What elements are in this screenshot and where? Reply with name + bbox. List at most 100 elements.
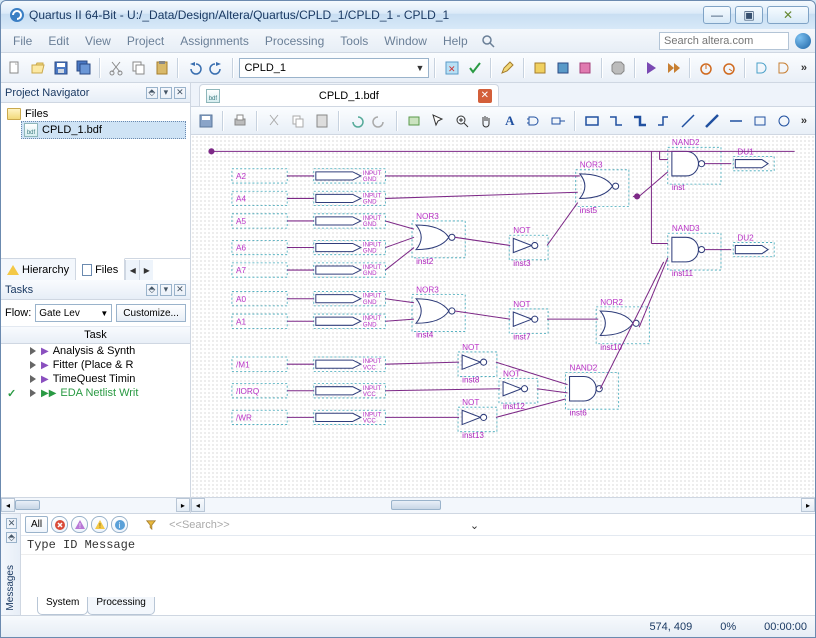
print-button[interactable] (229, 110, 251, 132)
task-row[interactable]: ▶Fitter (Place & R (1, 358, 190, 372)
close-button[interactable]: ✕ (767, 6, 809, 24)
toolbar-xy-button[interactable]: ✕ (441, 57, 462, 79)
task-row[interactable]: ▶TimeQuest Timin (1, 372, 190, 386)
tasks-autohide-icon[interactable]: ▾ (160, 284, 172, 296)
zoom-button[interactable] (451, 110, 473, 132)
globe-icon[interactable] (795, 33, 811, 49)
cut-button[interactable] (106, 57, 127, 79)
funnel-icon[interactable] (146, 520, 156, 530)
pin-icon[interactable]: ⬘ (146, 87, 158, 99)
task-row[interactable]: ▶Analysis & Synth (1, 344, 190, 358)
editor-toolbar-overflow[interactable]: » (797, 115, 811, 127)
editor-hscrollbar[interactable]: ◂▸ (191, 497, 815, 513)
tab-scroll-left[interactable]: ◂ (125, 260, 139, 280)
menu-edit[interactable]: Edit (40, 32, 77, 50)
project-combo[interactable]: CPLD_1▼ (239, 58, 429, 78)
copy-button[interactable] (287, 110, 309, 132)
customize-button[interactable]: Customize... (116, 304, 186, 322)
conduit-button[interactable] (653, 110, 675, 132)
block-button[interactable] (403, 110, 425, 132)
project-navigator-tree[interactable]: Files bdf CPLD_1.bdf (1, 103, 190, 258)
fast-button[interactable] (663, 57, 684, 79)
filter-all-button[interactable]: All (25, 516, 48, 533)
tree-root[interactable]: Files (5, 107, 186, 121)
toolbar-blue-chip-button[interactable] (552, 57, 573, 79)
task-list[interactable]: ▶Analysis & Synth ▶Fitter (Place & R ▶Ti… (1, 344, 190, 497)
tab-close-icon[interactable]: ✕ (478, 89, 492, 103)
diag-line-button[interactable] (677, 110, 699, 132)
tab-processing[interactable]: Processing (87, 597, 154, 615)
menu-tools[interactable]: Tools (332, 32, 376, 50)
tab-scroll-right[interactable]: ▸ (139, 260, 153, 280)
task-row[interactable]: ✓▶▶EDA Netlist Writ (1, 386, 190, 400)
gate1-button[interactable] (751, 57, 772, 79)
circle-button[interactable] (773, 110, 795, 132)
copy-button[interactable] (129, 57, 150, 79)
schematic-canvas[interactable]: A2INPUTGNDA4INPUTGNDA5INPUTGNDA6INPUTGND… (191, 135, 815, 497)
flow-combo[interactable]: Gate Lev▼ (35, 304, 112, 322)
orth-line-button[interactable] (605, 110, 627, 132)
messages-pin-icon[interactable]: ⬘ (6, 532, 17, 543)
line-button[interactable] (725, 110, 747, 132)
filter-error-button[interactable] (51, 516, 68, 533)
tree-file-row[interactable]: bdf CPLD_1.bdf (21, 121, 186, 139)
toolbar-yellow-chip-button[interactable] (530, 57, 551, 79)
menu-window[interactable]: Window (376, 32, 435, 50)
open-button[interactable] (28, 57, 49, 79)
rect-button[interactable] (581, 110, 603, 132)
rect-outline-button[interactable] (749, 110, 771, 132)
paste-button[interactable] (311, 110, 333, 132)
toolbar-overflow-button[interactable]: » (797, 62, 811, 74)
messages-search[interactable]: <<Search>>⌄ (165, 518, 485, 532)
autohide-icon[interactable]: ▾ (160, 87, 172, 99)
toolbar-pencil-button[interactable] (497, 57, 518, 79)
menu-help[interactable]: Help (435, 32, 476, 50)
paste-button[interactable] (151, 57, 172, 79)
editor-tab[interactable]: bdf CPLD_1.bdf ✕ (199, 84, 499, 106)
menu-view[interactable]: View (77, 32, 119, 50)
messages-close-icon[interactable]: ✕ (6, 518, 17, 529)
filter-critical-button[interactable]: ! (71, 516, 88, 533)
new-file-button[interactable] (5, 57, 26, 79)
search-icon[interactable] (480, 33, 496, 49)
timer1-button[interactable] (696, 57, 717, 79)
filter-warning-button[interactable]: ! (91, 516, 108, 533)
tasks-hscrollbar[interactable]: ◂▸ (1, 497, 190, 513)
messages-body[interactable] (21, 555, 815, 597)
timer2-button[interactable] (719, 57, 740, 79)
save-button[interactable] (195, 110, 217, 132)
tasks-close-icon[interactable]: ✕ (174, 284, 186, 296)
diag-bus-button[interactable] (701, 110, 723, 132)
redo-button[interactable] (369, 110, 391, 132)
menu-project[interactable]: Project (119, 32, 172, 50)
toolbar-check-button[interactable] (464, 57, 485, 79)
toolbar-pink-chip-button[interactable] (575, 57, 596, 79)
menu-assignments[interactable]: Assignments (172, 32, 257, 50)
menu-file[interactable]: File (5, 32, 40, 50)
pin-tool-button[interactable] (547, 110, 569, 132)
cut-button[interactable] (263, 110, 285, 132)
tab-system[interactable]: System (37, 597, 88, 615)
save-button[interactable] (50, 57, 71, 79)
undo-button[interactable] (345, 110, 367, 132)
gate2-button[interactable] (774, 57, 795, 79)
filter-info-button[interactable]: i (111, 516, 128, 533)
panel-close-icon[interactable]: ✕ (174, 87, 186, 99)
tasks-pin-icon[interactable]: ⬘ (146, 284, 158, 296)
undo-button[interactable] (184, 57, 205, 79)
minimize-button[interactable]: ― (703, 6, 731, 24)
text-button[interactable]: A (499, 110, 521, 132)
redo-button[interactable] (207, 57, 228, 79)
tab-files[interactable]: Files (76, 258, 125, 280)
maximize-button[interactable]: ▣ (735, 6, 763, 24)
search-input[interactable] (659, 32, 789, 50)
save-all-button[interactable] (73, 57, 94, 79)
hand-button[interactable] (475, 110, 497, 132)
menu-processing[interactable]: Processing (257, 32, 332, 50)
tab-hierarchy[interactable]: Hierarchy (1, 259, 76, 281)
run-button[interactable] (641, 57, 662, 79)
orth-bus-button[interactable] (629, 110, 651, 132)
stop-button[interactable] (608, 57, 629, 79)
selection-button[interactable] (427, 110, 449, 132)
symbol-button[interactable] (523, 110, 545, 132)
